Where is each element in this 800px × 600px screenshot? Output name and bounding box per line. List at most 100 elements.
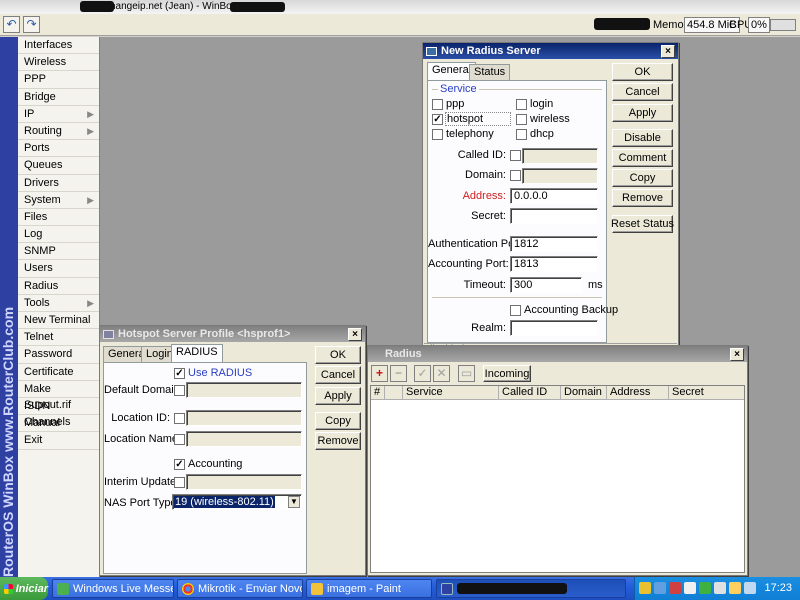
disable-icon[interactable]: ✕	[433, 365, 450, 382]
col-service[interactable]: Service	[403, 386, 499, 400]
menu-item-exit[interactable]: Exit	[18, 432, 99, 450]
menu-item-ppp[interactable]: PPP	[18, 71, 99, 89]
ok-button[interactable]: OK	[612, 63, 673, 81]
menu-item-new-terminal[interactable]: New Terminal	[18, 312, 99, 330]
cancel-button[interactable]: Cancel	[315, 366, 361, 384]
menu-item-system[interactable]: System ▶	[18, 192, 99, 209]
telephony-checkbox[interactable]	[432, 129, 443, 140]
ppp-checkbox[interactable]	[432, 99, 443, 110]
menu-item-tools[interactable]: Tools ▶	[18, 295, 99, 312]
taskbar-item-messenger[interactable]: Windows Live Messenger	[52, 579, 174, 598]
col-flags[interactable]	[385, 386, 403, 400]
domain-field[interactable]	[522, 168, 598, 184]
menu-item-drivers[interactable]: Drivers	[18, 175, 99, 192]
apply-button[interactable]: Apply	[612, 104, 673, 122]
taskbar-item-browser[interactable]: Mikrotik - Enviar Novo Tó...	[177, 579, 303, 598]
tray-speaker-icon[interactable]	[684, 582, 696, 594]
location-id-checkbox[interactable]	[174, 413, 185, 424]
dhcp-checkbox[interactable]	[516, 129, 527, 140]
tray-info-icon[interactable]	[744, 582, 756, 594]
tab-status[interactable]: Status	[469, 64, 511, 80]
address-field[interactable]: 0.0.0.0	[510, 188, 598, 204]
col-secret[interactable]: Secret	[669, 386, 744, 400]
radius-server-titlebar[interactable]: New Radius Server ×	[423, 43, 678, 59]
menu-item-log[interactable]: Log	[18, 226, 99, 244]
close-icon[interactable]: ×	[730, 347, 744, 361]
remove-icon[interactable]: −	[390, 365, 407, 382]
use-radius-checkbox[interactable]: ✓	[174, 368, 185, 379]
remove-button[interactable]: Remove	[612, 189, 673, 207]
start-button[interactable]: Iniciar	[0, 577, 48, 600]
menu-item-isdn-channels[interactable]: ISDN Channels	[18, 398, 99, 428]
menu-item-bridge[interactable]: Bridge	[18, 89, 99, 106]
secret-field[interactable]	[510, 208, 598, 224]
wireless-checkbox[interactable]	[516, 114, 527, 125]
tray-network-icon[interactable]	[654, 582, 666, 594]
hotspot-profile-titlebar[interactable]: Hotspot Server Profile <hsprof1> ×	[100, 326, 365, 342]
cancel-button[interactable]: Cancel	[612, 83, 673, 101]
tray-shield-icon[interactable]	[639, 582, 651, 594]
enable-icon[interactable]: ✓	[414, 365, 431, 382]
called-id-field[interactable]	[522, 148, 598, 164]
col-domain[interactable]: Domain	[561, 386, 607, 400]
auth-port-field[interactable]: 1812	[510, 236, 598, 252]
menu-item-snmp[interactable]: SNMP	[18, 243, 99, 261]
tray-messenger-icon[interactable]	[699, 582, 711, 594]
realm-field[interactable]	[510, 320, 598, 336]
menu-item-files[interactable]: Files	[18, 209, 99, 227]
location-id-field[interactable]	[186, 410, 302, 426]
timeout-field[interactable]: 300	[510, 277, 582, 293]
reset-status-button[interactable]: Reset Status	[611, 215, 674, 233]
hotspot-checkbox[interactable]: ✓	[432, 114, 443, 125]
default-domain-checkbox[interactable]	[174, 385, 185, 396]
menu-item-certificate[interactable]: Certificate	[18, 364, 99, 381]
menu-item-wireless[interactable]: Wireless	[18, 54, 99, 72]
col-address[interactable]: Address	[607, 386, 669, 400]
disable-button[interactable]: Disable	[612, 129, 673, 147]
close-icon[interactable]: ×	[661, 44, 675, 58]
location-name-checkbox[interactable]	[174, 434, 185, 445]
incoming-button[interactable]: Incoming	[483, 365, 531, 382]
comment-icon[interactable]: ▭	[458, 365, 475, 382]
radius-list-titlebar[interactable]: Radius ×	[368, 346, 747, 362]
domain-checkbox[interactable]	[510, 170, 521, 181]
col-called-id[interactable]: Called ID	[499, 386, 561, 400]
menu-item-telnet[interactable]: Telnet	[18, 329, 99, 347]
remove-button[interactable]: Remove	[315, 432, 361, 450]
comment-button[interactable]: Comment	[612, 149, 673, 167]
tray-antivirus-icon[interactable]	[669, 582, 681, 594]
redo-icon[interactable]: ↷	[23, 16, 40, 33]
col-number[interactable]: #	[371, 386, 385, 400]
menu-item-queues[interactable]: Queues	[18, 157, 99, 175]
interim-update-checkbox[interactable]	[174, 477, 185, 488]
menu-item-ports[interactable]: Ports	[18, 140, 99, 158]
add-icon[interactable]: +	[371, 365, 388, 382]
menu-item-routing[interactable]: Routing ▶	[18, 123, 99, 141]
menu-item-users[interactable]: Users	[18, 260, 99, 278]
menu-item-manual[interactable]: Manual	[18, 415, 99, 433]
accounting-checkbox[interactable]: ✓	[174, 459, 185, 470]
nas-port-type-select[interactable]: 19 (wireless-802.11) ▼	[172, 494, 302, 510]
acct-port-field[interactable]: 1813	[510, 256, 598, 272]
menu-item-radius[interactable]: Radius	[18, 278, 99, 295]
ok-button[interactable]: OK	[315, 346, 361, 364]
copy-button[interactable]: Copy	[315, 412, 361, 430]
default-domain-field[interactable]	[186, 382, 302, 398]
menu-item-make-supout-rif[interactable]: Make Supout.rif	[18, 381, 99, 411]
undo-icon[interactable]: ↶	[3, 16, 20, 33]
copy-button[interactable]: Copy	[612, 169, 673, 187]
chevron-down-icon[interactable]: ▼	[288, 496, 300, 508]
taskbar-item-winbox[interactable]	[436, 579, 626, 598]
location-name-field[interactable]	[186, 431, 302, 447]
acct-backup-checkbox[interactable]	[510, 305, 521, 316]
close-icon[interactable]: ×	[348, 327, 362, 341]
menu-item-password[interactable]: Password	[18, 346, 99, 364]
taskbar-item-paint[interactable]: imagem - Paint	[306, 579, 432, 598]
menu-item-ip[interactable]: IP ▶	[18, 106, 99, 123]
apply-button[interactable]: Apply	[315, 387, 361, 405]
tray-alert-icon[interactable]	[729, 582, 741, 594]
interim-update-field[interactable]	[186, 474, 302, 490]
menu-item-interfaces[interactable]: Interfaces	[18, 37, 99, 55]
tab-radius[interactable]: RADIUS	[171, 344, 223, 362]
called-id-checkbox[interactable]	[510, 150, 521, 161]
